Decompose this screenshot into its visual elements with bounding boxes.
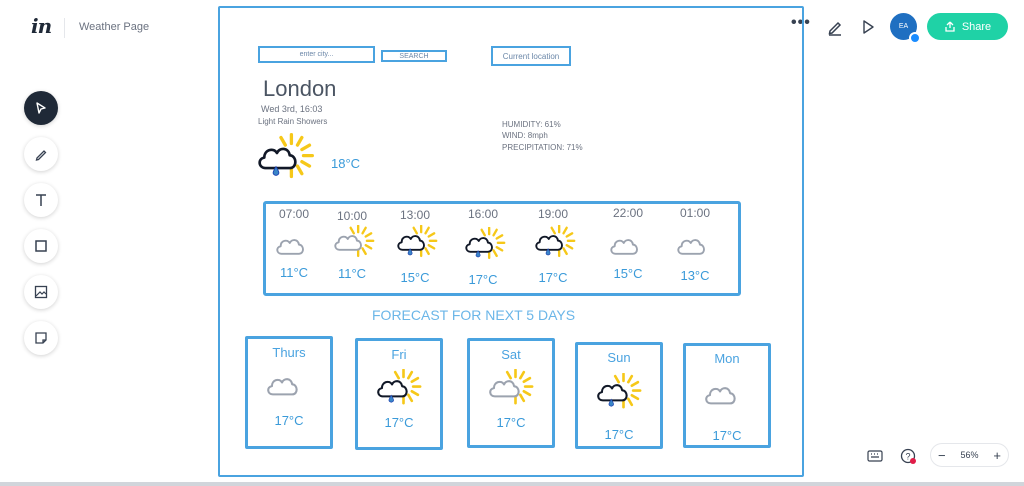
help-icon[interactable]: ? <box>897 445 919 467</box>
document-title[interactable]: Weather Page <box>79 21 149 33</box>
select-tool[interactable] <box>24 91 58 125</box>
keyboard-icon[interactable] <box>864 445 886 467</box>
day-name: Sat <box>501 347 521 362</box>
share-label: Share <box>961 20 992 33</box>
divider <box>64 18 65 38</box>
hourly-time: 13:00 <box>399 208 431 222</box>
hourly-temperature: 11°C <box>279 265 309 280</box>
sun-rain-icon <box>531 224 581 268</box>
invision-logo[interactable]: in <box>31 14 52 38</box>
sun-cloud-icon <box>330 224 380 268</box>
zoom-in-button[interactable]: + <box>993 448 1001 463</box>
daily-forecast-card: Mon 17°C <box>683 343 771 448</box>
sun-cloud-icon <box>484 368 540 416</box>
city-name: London <box>263 76 337 101</box>
daily-forecast-card: Fri 17°C <box>355 338 443 450</box>
presence-dot <box>909 32 921 44</box>
day-name: Fri <box>391 347 407 362</box>
sun-rain-icon <box>592 372 648 420</box>
zoom-level[interactable]: 56% <box>960 450 978 460</box>
city-search-input[interactable]: enter city... <box>258 46 375 63</box>
cloud-icon <box>700 376 756 423</box>
hourly-temperature: 17°C <box>468 272 498 287</box>
hourly-temperature: 15°C <box>613 266 643 281</box>
shape-tool[interactable] <box>24 229 58 263</box>
share-button[interactable]: Share <box>927 13 1008 40</box>
current-location-button[interactable]: Current location <box>491 46 571 66</box>
day-temperature: 17°C <box>712 428 742 443</box>
cursor-arrow-icon <box>36 102 46 114</box>
pencil-icon <box>35 150 47 161</box>
hourly-time: 07:00 <box>278 207 310 221</box>
hourly-time: 22:00 <box>612 206 644 220</box>
pen-edit-icon[interactable] <box>824 16 846 38</box>
day-name: Thurs <box>272 345 306 360</box>
pencil-tool[interactable] <box>24 137 58 171</box>
day-name: Sun <box>607 350 631 365</box>
current-temperature: 18°C <box>331 156 361 171</box>
image-icon <box>34 285 48 299</box>
current-condition: Light Rain Showers <box>258 117 328 126</box>
search-button[interactable]: SEARCH <box>381 50 447 62</box>
wind-stat: WIND: 8mph <box>502 131 548 140</box>
bottom-scrollbar[interactable] <box>0 482 1024 486</box>
day-temperature: 17°C <box>274 413 304 428</box>
daily-forecast-card: Sat 17°C <box>467 338 555 448</box>
daily-forecast-card: Thurs 17°C <box>245 336 333 449</box>
forecast-heading: FORECAST FOR NEXT 5 DAYS <box>372 307 576 323</box>
sun-rain-icon <box>393 224 443 268</box>
sun-rain-icon <box>372 368 428 416</box>
zoom-out-button[interactable]: − <box>938 448 946 463</box>
preview-play-icon[interactable] <box>857 16 879 38</box>
sun-rain-icon <box>461 226 511 270</box>
hourly-temperature: 13°C <box>680 268 710 283</box>
hourly-time: 16:00 <box>467 207 499 221</box>
humidity-stat: HUMIDITY: 61% <box>502 120 561 129</box>
square-icon <box>35 240 47 252</box>
sticky-note-icon <box>35 332 47 344</box>
day-temperature: 17°C <box>604 427 634 442</box>
current-datetime: Wed 3rd, 16:03 <box>261 104 323 114</box>
daily-forecast-card: Sun 17°C <box>575 342 663 449</box>
hourly-temperature: 15°C <box>400 270 430 285</box>
cloud-icon <box>262 367 318 414</box>
day-name: Mon <box>714 351 740 366</box>
cloud-icon <box>673 229 723 272</box>
text-tool[interactable] <box>24 183 58 217</box>
day-temperature: 17°C <box>384 415 414 430</box>
hourly-time: 10:00 <box>336 209 368 223</box>
zoom-control: − 56% + <box>931 444 1008 466</box>
sticky-note-tool[interactable] <box>24 321 58 355</box>
share-icon <box>945 21 955 32</box>
day-temperature: 17°C <box>496 415 526 430</box>
svg-text:?: ? <box>905 452 910 462</box>
precipitation-stat: PRECIPITATION: 71% <box>502 143 583 152</box>
text-icon <box>36 194 46 206</box>
hourly-time: 19:00 <box>537 207 569 221</box>
hourly-time: 01:00 <box>679 206 711 220</box>
sun-rain-cloud-icon <box>254 132 320 188</box>
image-tool[interactable] <box>24 275 58 309</box>
hourly-temperature: 17°C <box>538 270 568 285</box>
hourly-temperature: 11°C <box>337 266 367 281</box>
